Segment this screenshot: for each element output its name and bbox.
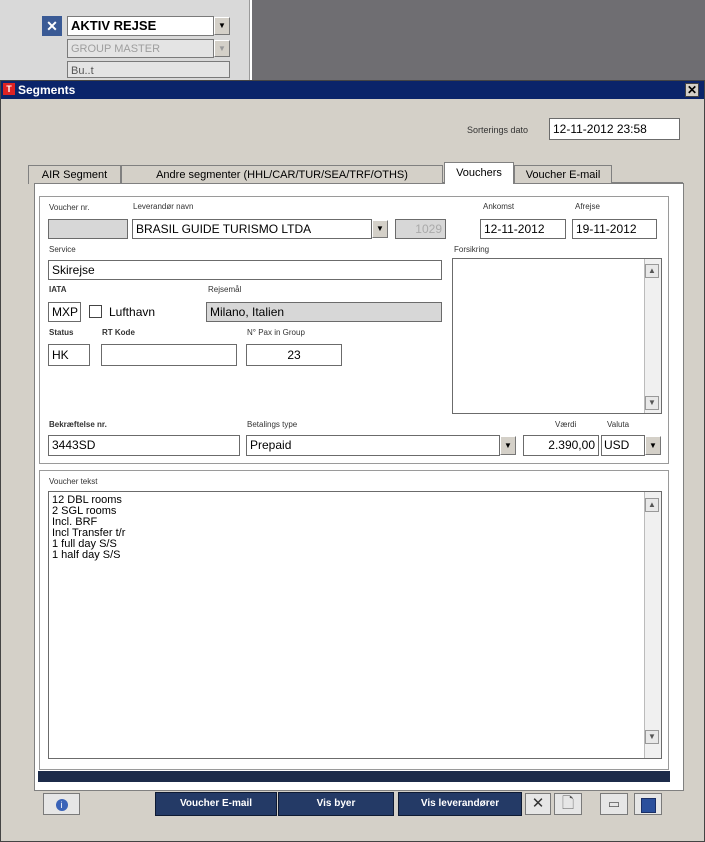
separator-bar — [38, 771, 670, 782]
printer-icon: ▭ — [607, 796, 621, 811]
voucher-nr-field — [48, 219, 128, 239]
chevron-down-icon[interactable]: ▼ — [214, 17, 230, 35]
confirmation-label: Bekræftelse nr. — [49, 420, 107, 429]
scroll-down-icon[interactable]: ▼ — [645, 396, 659, 410]
rt-code-field[interactable] — [101, 344, 237, 366]
service-field[interactable]: Skirejse — [48, 260, 442, 280]
sort-date-label: Sorterings dato — [467, 125, 529, 135]
dialog-titlebar: T Segments ✕ — [1, 81, 704, 99]
tab-voucher-email[interactable]: Voucher E-mail — [514, 165, 612, 184]
voucher-text-scrollbar[interactable] — [644, 492, 661, 758]
voucher-text-line: Incl. BRF — [52, 516, 98, 528]
close-icon[interactable]: ✕ — [42, 16, 62, 36]
notes-scrollbar[interactable] — [644, 259, 661, 413]
status-field[interactable]: HK — [48, 344, 90, 366]
notes-label: Forsikring — [454, 245, 490, 254]
currency-select[interactable]: USD — [601, 435, 645, 456]
notes-textarea[interactable] — [452, 258, 662, 414]
scroll-up-icon[interactable]: ▲ — [645, 498, 659, 512]
segments-dialog: T Segments ✕ Sorterings dato 12-11-2012 … — [0, 80, 705, 842]
scroll-up-icon[interactable]: ▲ — [645, 264, 659, 278]
departure-label: Afrejse — [575, 202, 600, 211]
value-field[interactable]: 2.390,00 — [523, 435, 599, 456]
iata-field[interactable]: MXP — [48, 302, 81, 322]
chevron-down-icon: ▼ — [214, 40, 230, 57]
help-button[interactable]: i — [43, 793, 80, 815]
voucher-text-area[interactable]: 12 DBL rooms 2 SGL rooms Incl. BRF Incl … — [48, 491, 662, 759]
rt-code-label: RT Kode — [102, 328, 135, 337]
chevron-down-icon[interactable]: ▼ — [645, 436, 661, 455]
supplier-label: Leverandør navn — [133, 202, 194, 211]
iata-label: IATA — [49, 285, 67, 294]
close-icon[interactable]: ✕ — [685, 83, 699, 97]
app-icon: T — [3, 83, 15, 95]
print-button[interactable]: ▭ — [600, 793, 628, 815]
pax-label: N° Pax in Group — [247, 328, 305, 337]
arrival-date-field[interactable]: 12-11-2012 — [480, 219, 566, 239]
chevron-down-icon[interactable]: ▼ — [372, 220, 388, 238]
info-icon: i — [55, 799, 68, 811]
payment-type-select[interactable]: Prepaid — [246, 435, 500, 456]
payment-type-label: Betalings type — [247, 420, 298, 429]
save-button[interactable] — [634, 793, 662, 815]
voucher-text-line: 12 DBL rooms — [52, 494, 122, 506]
destination-label: Rejsemål — [208, 285, 242, 294]
vouchers-panel: Voucher nr. Leverandør navn BRASIL GUIDE… — [34, 183, 684, 791]
scroll-down-icon[interactable]: ▼ — [645, 730, 659, 744]
chevron-down-icon[interactable]: ▼ — [500, 436, 516, 455]
show-suppliers-button[interactable]: Vis leverandører — [398, 792, 522, 816]
voucher-text-line: 1 full day S/S — [52, 538, 117, 550]
delete-x-icon: ✕ — [531, 795, 545, 812]
supplier-select[interactable]: BRASIL GUIDE TURISMO LTDA — [132, 219, 372, 239]
show-cities-button[interactable]: Vis byer — [278, 792, 394, 816]
trip-status-select[interactable]: AKTIV REJSE — [67, 16, 214, 36]
voucher-text-label: Voucher tekst — [49, 477, 98, 486]
tab-other-segments[interactable]: Andre segmenter (HHL/CAR/TUR/SEA/TRF/OTH… — [121, 165, 443, 184]
departure-date-field[interactable]: 19-11-2012 — [572, 219, 657, 239]
airport-checkbox-label: Lufthavn — [109, 305, 156, 319]
tab-vouchers[interactable]: Vouchers — [444, 162, 514, 184]
currency-label: Valuta — [607, 420, 630, 429]
confirmation-field[interactable]: 3443SD — [48, 435, 240, 456]
third-select: Bu..t — [67, 61, 230, 78]
voucher-email-button[interactable]: Voucher E-mail — [155, 792, 277, 816]
sort-date-field[interactable]: 12-11-2012 23:58 — [549, 118, 680, 140]
floppy-disk-icon — [640, 798, 656, 813]
voucher-text-line: 1 half day S/S — [52, 549, 121, 561]
voucher-nr-label: Voucher nr. — [49, 203, 90, 212]
supplier-code-field: 1029 — [395, 219, 446, 239]
value-label: Værdi — [555, 420, 577, 429]
tab-air-segment[interactable]: AIR Segment — [28, 165, 121, 184]
service-label: Service — [49, 245, 76, 254]
voucher-text-line: 2 SGL rooms — [52, 505, 117, 517]
dialog-title: Segments — [18, 83, 76, 97]
delete-button[interactable]: ✕ — [525, 793, 551, 815]
document-icon: 🗋 — [561, 795, 575, 812]
voucher-text-line: Incl Transfer t/r — [52, 527, 126, 539]
preview-button[interactable]: 🗋 — [554, 793, 582, 815]
status-label: Status — [49, 328, 74, 337]
airport-checkbox[interactable] — [89, 305, 102, 318]
pax-field[interactable]: 23 — [246, 344, 342, 366]
background-dark-area — [252, 0, 705, 80]
destination-field: Milano, Italien — [206, 302, 442, 322]
arrival-label: Ankomst — [483, 202, 515, 211]
group-master-select: GROUP MASTER — [67, 39, 214, 58]
